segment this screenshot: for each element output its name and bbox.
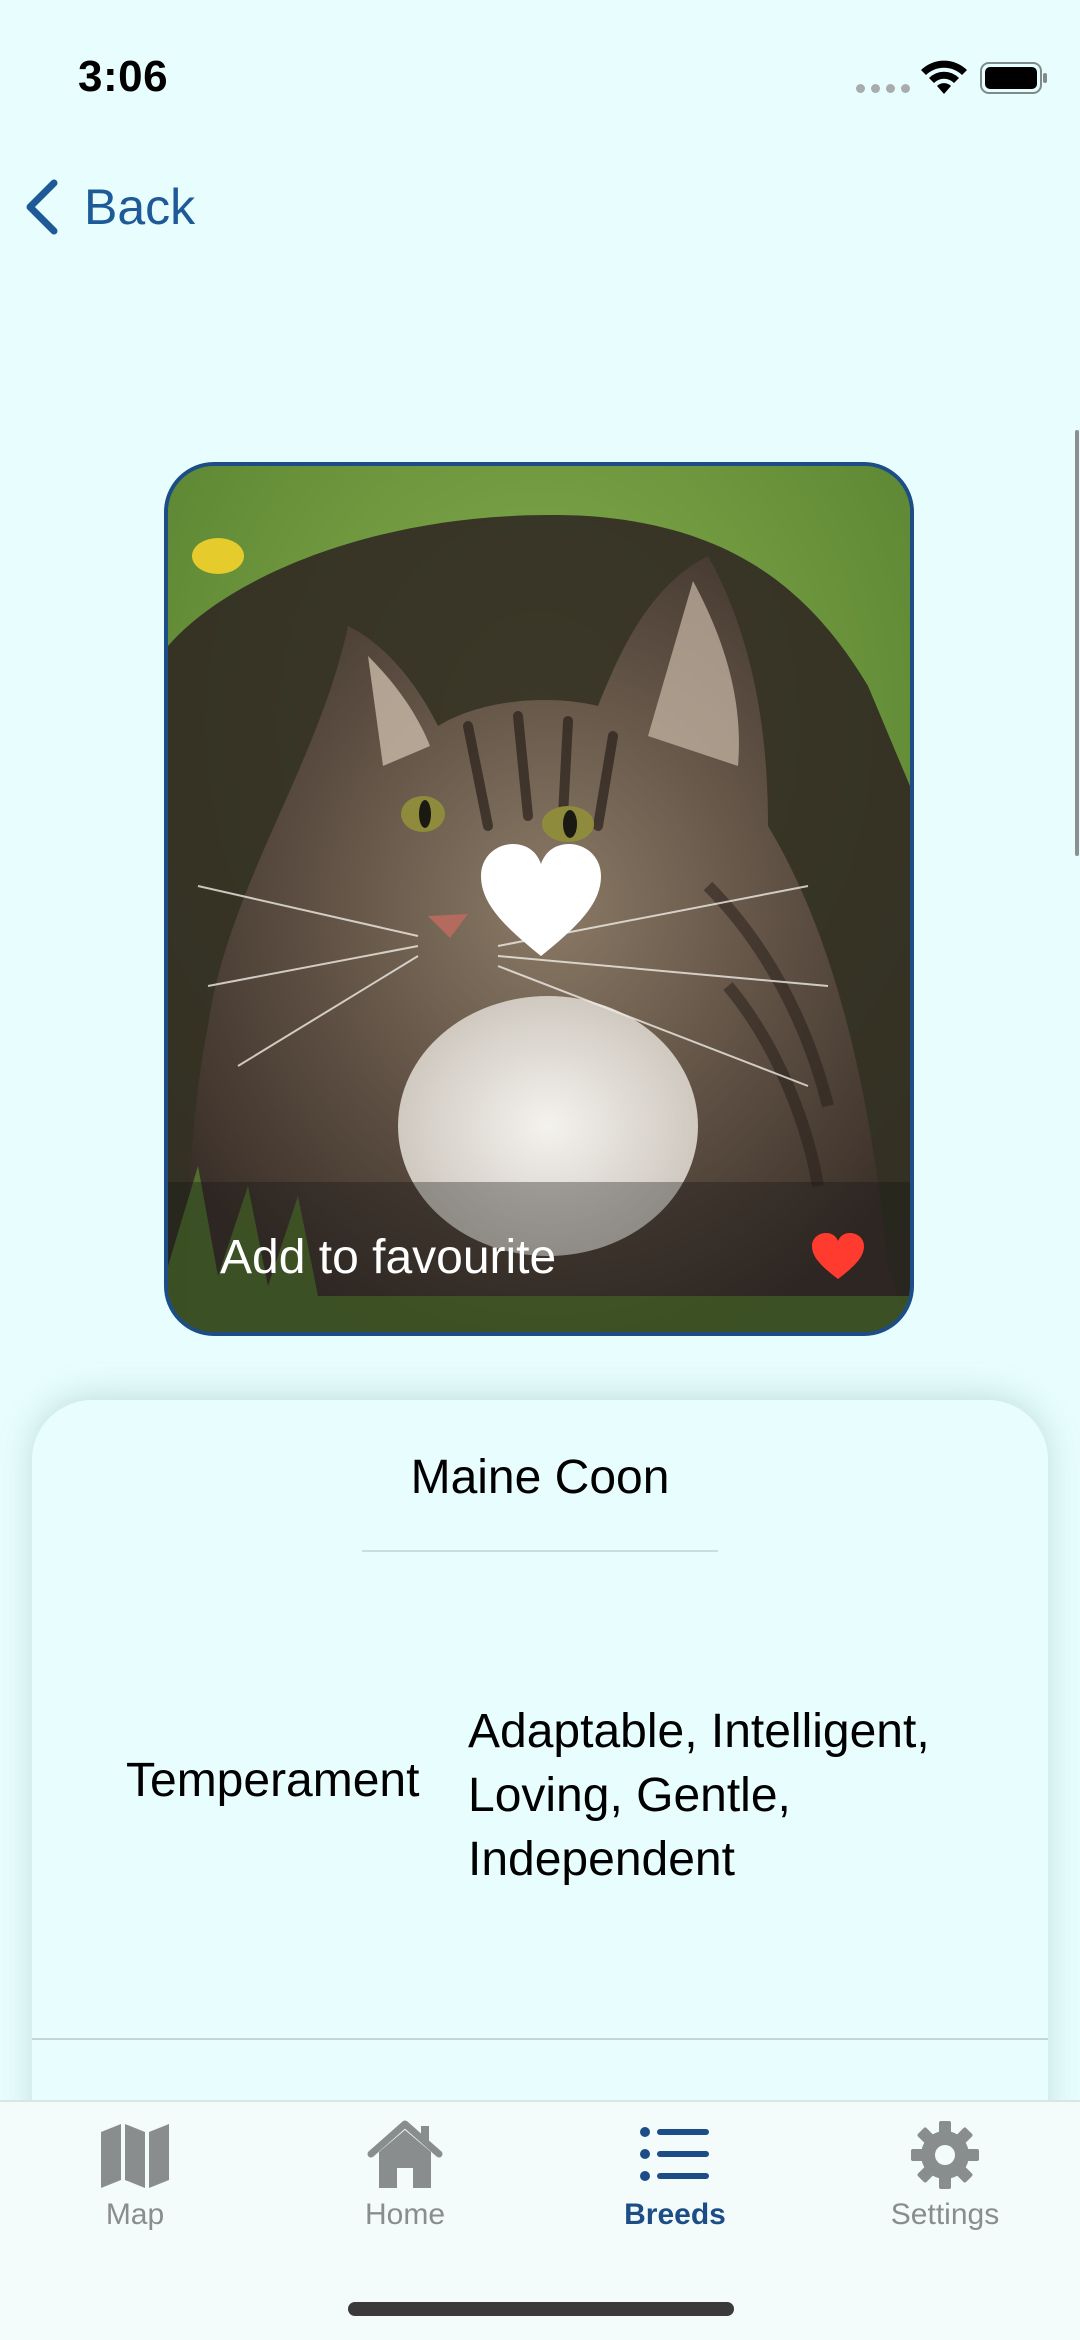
chevron-left-icon [26, 179, 58, 235]
battery-icon [980, 62, 1047, 94]
breed-info-panel: Maine Coon Temperament Adaptable, Intell… [32, 1400, 1048, 2160]
breed-photo-card[interactable]: Add to favourite [164, 462, 914, 1336]
home-icon [367, 2120, 443, 2188]
gear-icon [911, 2121, 979, 2189]
tab-settings[interactable]: Settings [810, 2120, 1080, 2260]
attribute-row-temperament: Temperament Adaptable, Intelligent, Lovi… [32, 1680, 1048, 1886]
tab-map[interactable]: Map [0, 2120, 270, 2260]
tab-label: Map [105, 2198, 165, 2231]
status-time: 3:06 [78, 52, 169, 101]
add-to-favourite-label: Add to favourite [220, 1230, 557, 1284]
add-to-favourite-bar[interactable]: Add to favourite [168, 1182, 910, 1332]
heart-icon[interactable] [812, 1233, 864, 1281]
row-divider [32, 2038, 1048, 2040]
attribute-value: Adaptable, Intelligent, Loving, Gentle, … [468, 1705, 930, 1886]
wifi-icon [921, 60, 967, 94]
home-indicator [348, 2302, 734, 2316]
tab-label: Settings [890, 2198, 1000, 2231]
attribute-label: Temperament [126, 1753, 420, 1807]
breed-name: Maine Coon [410, 1451, 670, 1504]
back-label: Back [84, 179, 196, 235]
back-button[interactable]: Back [22, 172, 195, 242]
tab-label: Home [364, 2198, 446, 2231]
tab-home[interactable]: Home [270, 2120, 540, 2260]
favourite-heart-large-icon[interactable] [481, 844, 601, 960]
map-icon [101, 2124, 169, 2188]
status-bar: 3:06 [0, 0, 1080, 150]
cellular-signal-icon [856, 84, 910, 93]
tab-breeds[interactable]: Breeds [540, 2120, 810, 2260]
list-icon [640, 2127, 709, 2181]
tab-label: Breeds [624, 2198, 726, 2231]
title-divider [362, 1550, 718, 1552]
scroll-indicator [1075, 430, 1079, 856]
